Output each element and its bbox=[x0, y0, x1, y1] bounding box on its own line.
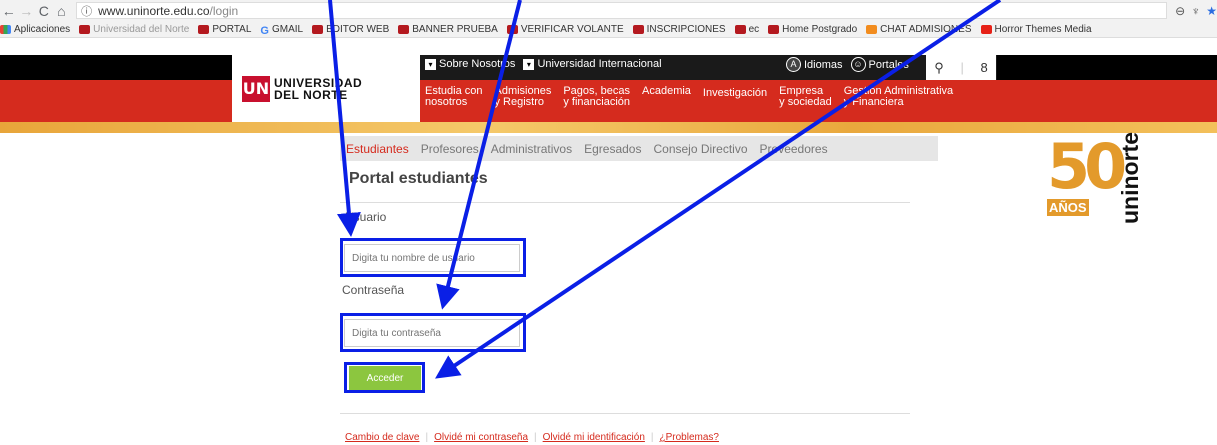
uninorte-icon bbox=[632, 24, 644, 34]
nav-investigacion[interactable]: Investigación bbox=[703, 86, 767, 108]
anniversary-logo: 50 AÑOS uninorte bbox=[1047, 122, 1143, 224]
search-icon[interactable]: ⚲ bbox=[934, 60, 944, 76]
bookmark-item[interactable]: Home Postgrado bbox=[768, 24, 857, 35]
idiomas-link[interactable]: A Idiomas bbox=[786, 57, 843, 72]
divider bbox=[340, 413, 910, 414]
zoom-icon[interactable]: ⊖ bbox=[1175, 4, 1185, 18]
forgot-id-link[interactable]: Olvidé mi identificación bbox=[543, 432, 645, 443]
url-host: www.uninorte.edu.co bbox=[98, 3, 210, 18]
tab-egresados[interactable]: Egresados bbox=[578, 142, 647, 156]
bookmark-item[interactable]: INSCRIPCIONES bbox=[632, 24, 726, 35]
nav-estudia[interactable]: Estudia con nosotros bbox=[425, 86, 482, 108]
bookmark-item[interactable]: BANNER PRUEBA bbox=[398, 24, 498, 35]
info-icon[interactable]: ⓘ bbox=[81, 3, 92, 19]
dropdown-box-icon: ▾ bbox=[425, 58, 436, 70]
dropdown-box-icon: ▾ bbox=[523, 58, 535, 70]
annotation-box-username bbox=[340, 238, 526, 277]
divider bbox=[340, 202, 910, 203]
main-nav: Estudia con nosotros Admisiones y Registro… bbox=[425, 86, 965, 108]
home-icon[interactable]: ⌂ bbox=[53, 3, 71, 19]
google-icon: G bbox=[260, 24, 269, 37]
password-label: Contraseña bbox=[342, 283, 405, 297]
page-title: Portal estudiantes bbox=[349, 170, 488, 187]
nav-pagos[interactable]: Pagos, becas y financiación bbox=[563, 86, 630, 108]
uninorte-icon bbox=[506, 24, 518, 34]
anniversary-anos: AÑOS bbox=[1047, 199, 1089, 216]
user-icon: ☺ bbox=[850, 57, 866, 72]
site-logo[interactable]: UN UNIVERSIDAD DEL NORTE bbox=[232, 55, 420, 122]
bookmark-item[interactable]: ec bbox=[734, 24, 759, 35]
uninorte-icon bbox=[312, 24, 324, 34]
tab-estudiantes[interactable]: Estudiantes bbox=[340, 142, 415, 156]
apps-icon bbox=[0, 24, 11, 34]
problems-link[interactable]: ¿Problemas? bbox=[660, 432, 719, 443]
nav-admisiones[interactable]: Admisiones y Registro bbox=[494, 86, 551, 108]
nav-academia[interactable]: Academia bbox=[642, 86, 691, 108]
bookmark-star-icon[interactable]: ★ bbox=[1206, 4, 1217, 18]
address-bar[interactable]: ⓘ www.uninorte.edu.co/login bbox=[76, 2, 1168, 19]
sobre-nosotros-link[interactable]: ▾ Sobre Nosotros bbox=[425, 58, 515, 70]
portales-link[interactable]: ☺ Portales bbox=[850, 57, 909, 72]
annotation-box-submit bbox=[344, 362, 425, 393]
tab-consejo-directivo[interactable]: Consejo Directivo bbox=[647, 142, 753, 156]
user-type-tabs: Estudiantes Profesores Administrativos E… bbox=[340, 136, 938, 161]
bookmark-item[interactable]: VERIFICAR VOLANTE bbox=[506, 24, 624, 35]
tab-administrativos[interactable]: Administrativos bbox=[485, 142, 578, 156]
universidad-internacional-link[interactable]: ▾ Universidad Internacional bbox=[523, 58, 662, 70]
bookmark-item[interactable]: Universidad del Norte bbox=[79, 24, 189, 35]
decorative-banner bbox=[0, 122, 1217, 133]
anniversary-brand: uninorte bbox=[1117, 132, 1143, 224]
language-icon: A bbox=[786, 57, 801, 72]
bookmark-item[interactable]: PORTAL bbox=[198, 24, 251, 35]
google-plus-icon[interactable]: 8 bbox=[980, 60, 987, 75]
chat-icon bbox=[866, 24, 878, 34]
site-search[interactable]: ⚲ | 8 bbox=[926, 55, 996, 80]
bookmark-item[interactable]: Horror Themes Media bbox=[980, 24, 1092, 35]
uninorte-icon bbox=[734, 24, 746, 34]
forward-icon[interactable]: → bbox=[18, 3, 36, 19]
uninorte-icon bbox=[398, 24, 410, 34]
uninorte-icon bbox=[198, 24, 210, 34]
utility-nav: ▾ Sobre Nosotros ▾ Universidad Internacion… bbox=[425, 58, 670, 70]
change-password-link[interactable]: Cambio de clave bbox=[345, 432, 419, 443]
forgot-password-link[interactable]: Olvidé mi contraseña bbox=[434, 432, 528, 443]
uninorte-icon bbox=[768, 24, 780, 34]
back-icon[interactable]: ← bbox=[0, 3, 18, 19]
footer-links: Cambio de clave | Olvidé mi contraseña |… bbox=[345, 432, 719, 443]
tab-proveedores[interactable]: Proveedores bbox=[754, 142, 834, 156]
logo-text-top: UNIVERSIDAD bbox=[274, 75, 363, 90]
url-path: /login bbox=[209, 3, 239, 18]
nav-gestion[interactable]: Gestión Administrativa y Financiera bbox=[844, 86, 953, 108]
bookmark-item[interactable]: Aplicaciones bbox=[0, 24, 70, 35]
username-label: Usuario bbox=[345, 210, 387, 224]
extension-icon[interactable]: ♆ bbox=[1191, 4, 1200, 18]
logo-mark: UN bbox=[242, 75, 270, 102]
annotation-box-password bbox=[340, 313, 526, 352]
reload-icon[interactable]: C bbox=[35, 3, 53, 19]
divider: | bbox=[960, 60, 964, 75]
logo-text-bottom: DEL NORTE bbox=[274, 87, 348, 102]
anniversary-number: 50 bbox=[1047, 130, 1127, 203]
uninorte-icon bbox=[79, 24, 91, 34]
bookmark-item[interactable]: CHAT ADMISIONES bbox=[866, 24, 972, 35]
bookmark-item[interactable]: EDITOR WEB bbox=[312, 24, 389, 35]
utility-right: A Idiomas ☺ Portales bbox=[786, 57, 917, 72]
bookmarks-bar: Aplicaciones Universidad del Norte PORTA… bbox=[0, 21, 1217, 38]
browser-toolbar: ← → C ⌂ ⓘ www.uninorte.edu.co/login ⊖ ♆ … bbox=[0, 0, 1217, 21]
youtube-icon bbox=[980, 24, 992, 34]
nav-empresa[interactable]: Empresa y sociedad bbox=[779, 86, 832, 108]
tab-profesores[interactable]: Profesores bbox=[415, 142, 485, 156]
bookmark-item[interactable]: G GMAIL bbox=[260, 24, 303, 37]
